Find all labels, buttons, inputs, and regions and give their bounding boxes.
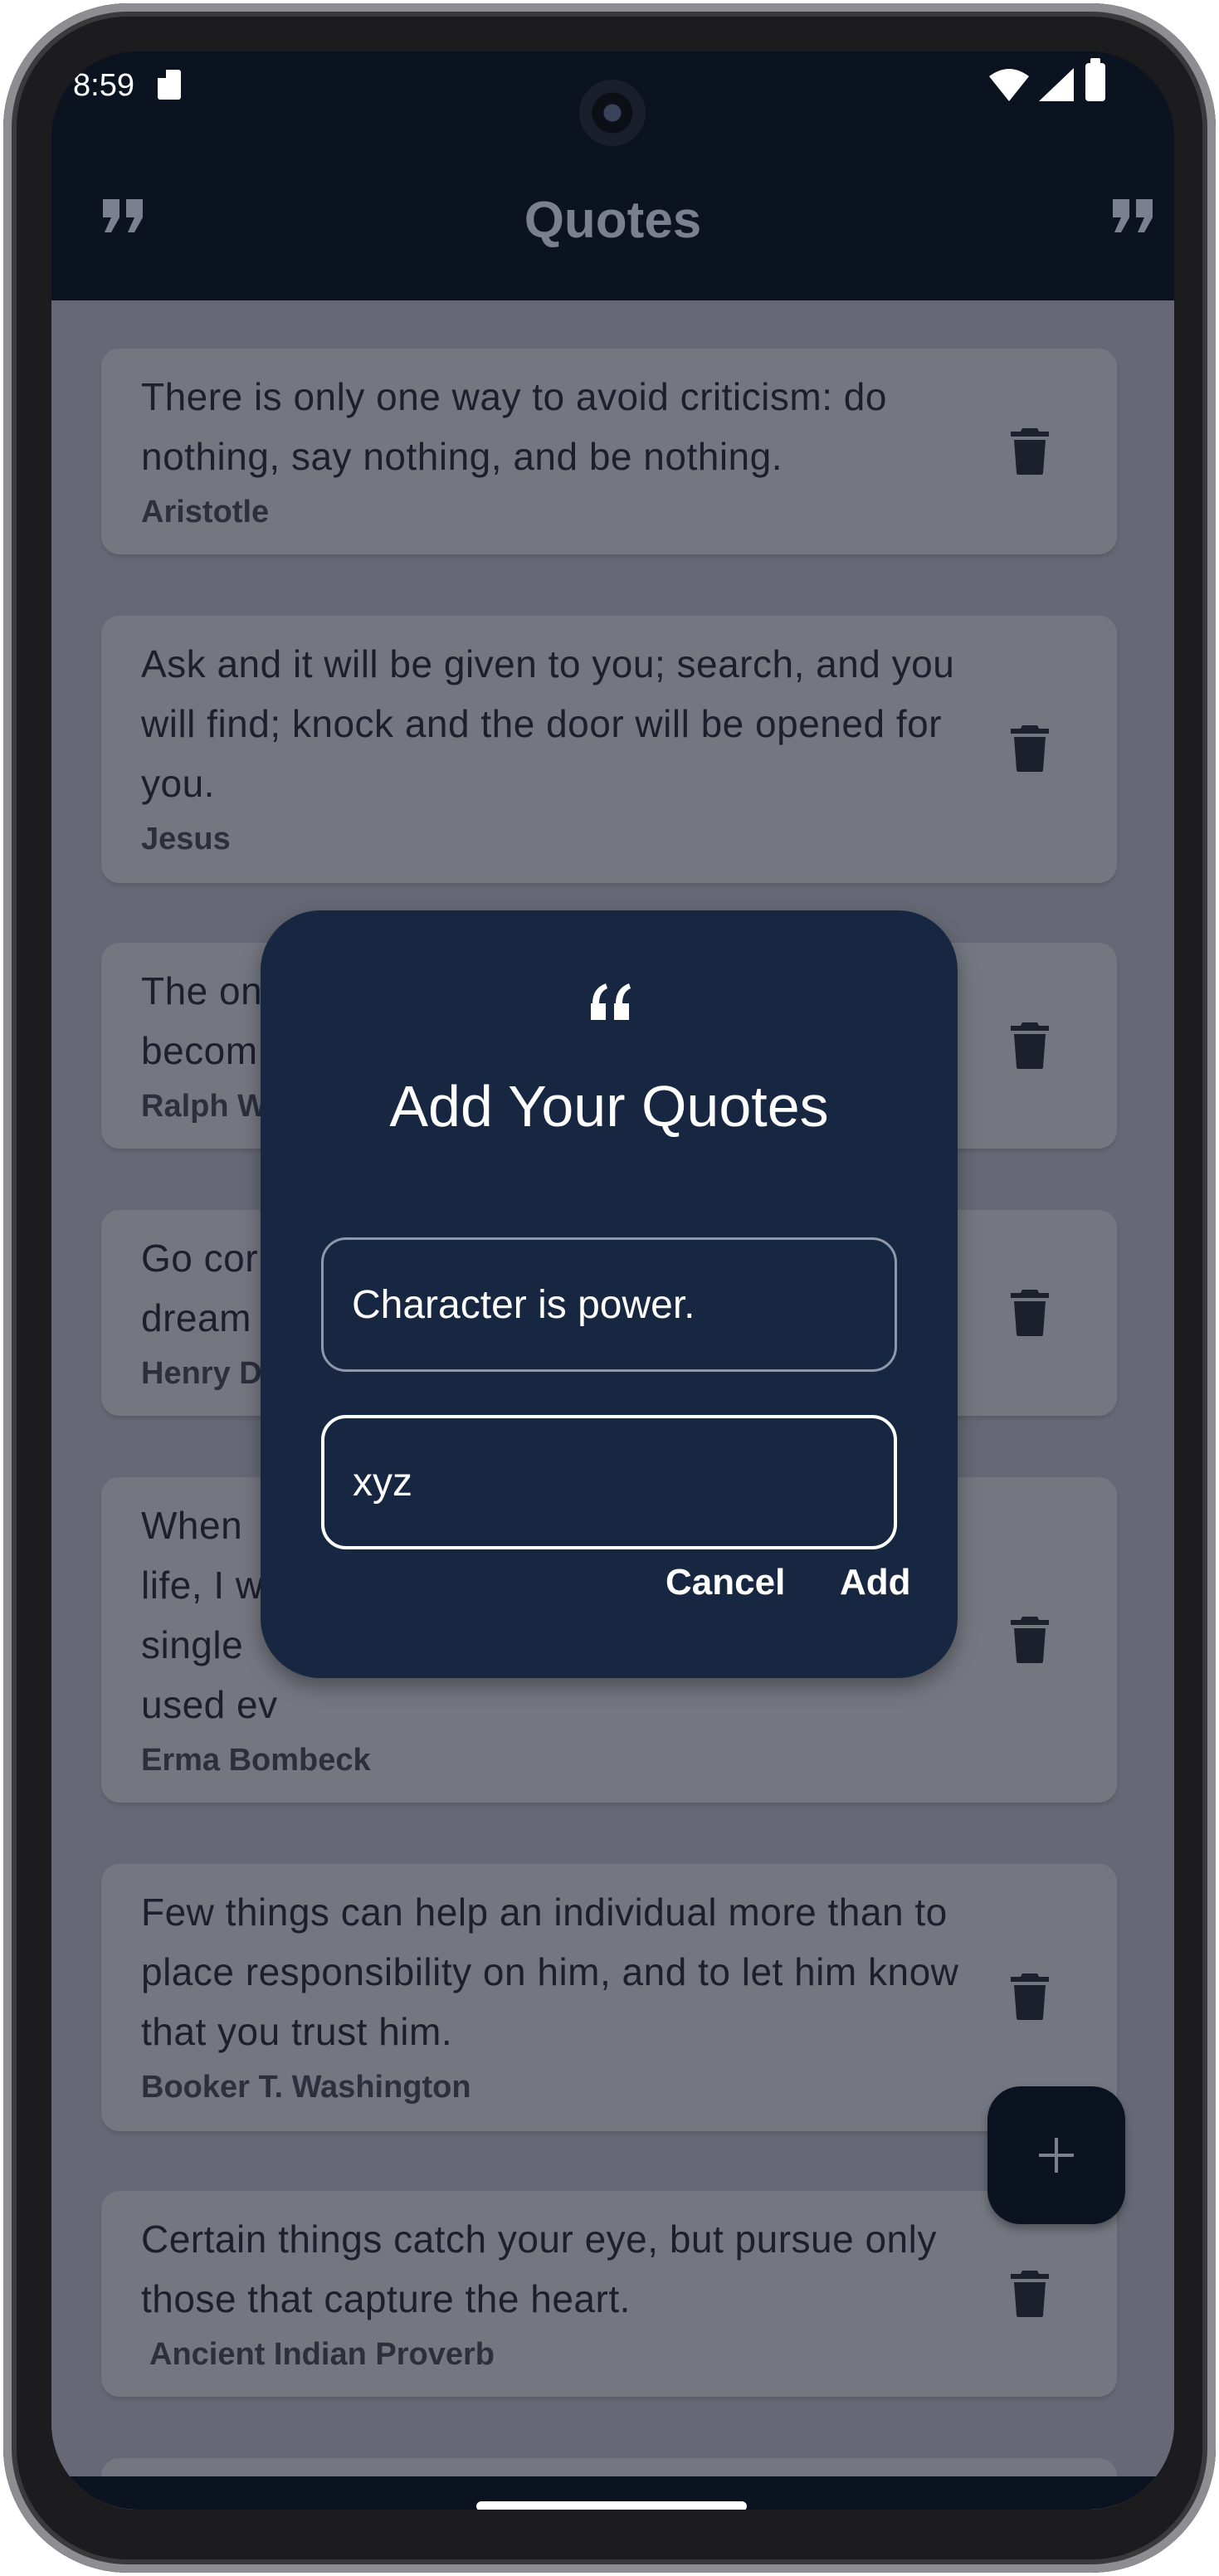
- dialog-title: Add Your Quotes: [389, 1074, 829, 1139]
- quote-right-icon: [1113, 199, 1153, 232]
- front-camera: [579, 80, 646, 146]
- add-button[interactable]: Add: [840, 1562, 911, 1603]
- wifi-icon: [989, 69, 1029, 101]
- app-bar: Quotes: [51, 159, 1174, 300]
- quote-icon: [591, 983, 631, 1020]
- app-title: Quotes: [524, 192, 702, 249]
- add-quote-dialog: Add Your Quotes Cancel Add: [261, 910, 958, 1678]
- battery-icon: [1085, 58, 1105, 101]
- sd-card-icon: [158, 70, 181, 100]
- add-quote-fab[interactable]: [987, 2086, 1125, 2224]
- screen: 8:59 Quotes There is only one way to: [51, 51, 1174, 2510]
- quote-input[interactable]: [321, 1237, 897, 1372]
- status-time: 8:59: [73, 68, 134, 103]
- plus-icon: [1039, 2138, 1074, 2173]
- author-input[interactable]: [321, 1415, 897, 1549]
- phone-frame: 8:59 Quotes There is only one way to: [3, 3, 1216, 2573]
- home-indicator[interactable]: [476, 2501, 747, 2510]
- signal-icon: [1039, 68, 1074, 101]
- status-bar: 8:59: [51, 51, 1174, 159]
- cancel-button[interactable]: Cancel: [666, 1562, 785, 1603]
